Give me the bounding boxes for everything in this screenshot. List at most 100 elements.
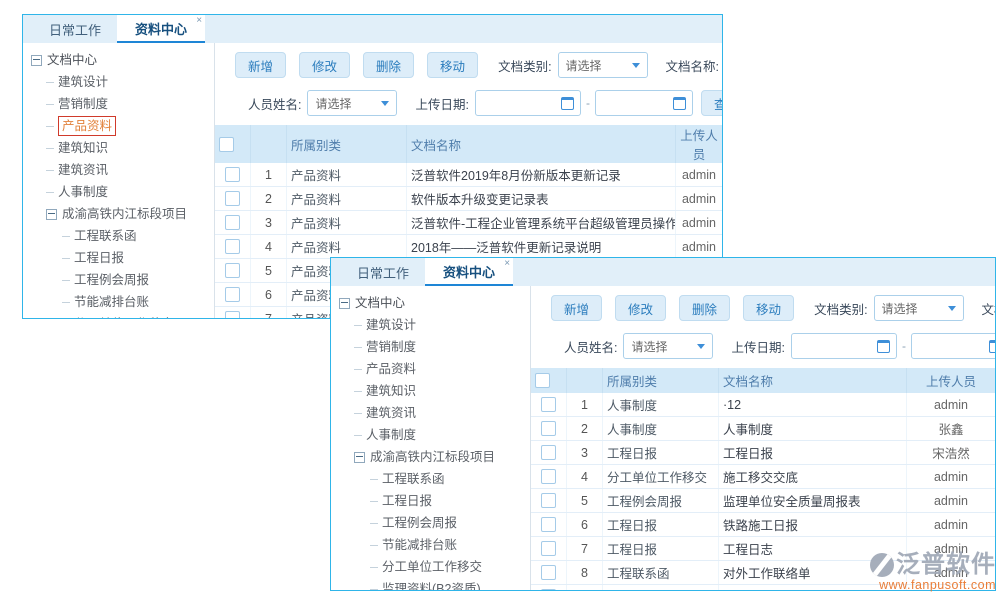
table-row[interactable]: 5 工程例会周报 监理单位安全质量周报表 admin xyxy=(531,489,995,513)
tree-item[interactable]: 产品资料 xyxy=(331,358,530,380)
calendar-icon[interactable] xyxy=(561,97,574,110)
collapse-icon[interactable] xyxy=(354,452,365,463)
add-button[interactable]: 新增 xyxy=(551,295,602,321)
tree-item[interactable]: 营销制度 xyxy=(23,93,214,115)
add-button[interactable]: 新增 xyxy=(235,52,286,78)
upload-date-to-input[interactable] xyxy=(911,333,995,359)
tree-item[interactable]: 建筑知识 xyxy=(331,380,530,402)
tree-item[interactable]: 工程日报 xyxy=(331,490,530,512)
tab-data-center[interactable]: 资料中心 × xyxy=(425,258,513,286)
edit-button[interactable]: 修改 xyxy=(299,52,350,78)
person-name-select[interactable]: 请选择 xyxy=(623,333,713,359)
tree-item[interactable]: 营销制度 xyxy=(331,336,530,358)
tree-item[interactable]: 产品资料 xyxy=(23,115,214,137)
toolbar-row-2: 人员姓名: 请选择 上传日期: - xyxy=(564,333,995,359)
doc-name-label: 文档名称: xyxy=(982,299,995,318)
move-button[interactable]: 移动 xyxy=(743,295,794,321)
tree-item[interactable]: 建筑设计 xyxy=(23,71,214,93)
collapse-icon[interactable] xyxy=(46,209,57,220)
tree-item[interactable]: 工程联系函 xyxy=(23,225,214,247)
tree-item[interactable]: 工程联系函 xyxy=(331,468,530,490)
row-category: 分工单位工作移交 xyxy=(603,465,719,489)
tree-item[interactable]: 监理资料(B2资质) xyxy=(331,578,530,590)
tab-daily-work[interactable]: 日常工作 xyxy=(33,15,117,43)
row-checkbox[interactable] xyxy=(541,445,556,460)
person-name-value: 请选择 xyxy=(631,338,667,355)
row-checkbox[interactable] xyxy=(225,263,240,278)
table-row[interactable]: 6 工程日报 铁路施工日报 admin xyxy=(531,513,995,537)
delete-button[interactable]: 删除 xyxy=(679,295,730,321)
tree-item[interactable]: 建筑设计 xyxy=(331,314,530,336)
calendar-icon[interactable] xyxy=(989,340,995,353)
calendar-icon[interactable] xyxy=(877,340,890,353)
row-checkbox[interactable] xyxy=(541,493,556,508)
tab-daily-work[interactable]: 日常工作 xyxy=(341,258,425,286)
row-checkbox[interactable] xyxy=(541,517,556,532)
tree-item-label: 产品资料 xyxy=(366,358,416,380)
row-checkbox[interactable] xyxy=(541,565,556,580)
tree-item[interactable]: 人事制度 xyxy=(23,181,214,203)
row-checkbox[interactable] xyxy=(541,397,556,412)
row-checkbox[interactable] xyxy=(225,215,240,230)
chevron-down-icon xyxy=(632,63,640,68)
row-checkbox[interactable] xyxy=(541,589,556,590)
close-icon[interactable]: × xyxy=(504,259,510,269)
close-icon[interactable]: × xyxy=(196,16,202,26)
tree-item[interactable]: 文档中心 xyxy=(23,49,214,71)
tree-item[interactable]: 成渝高铁内江标段项目 xyxy=(23,203,214,225)
calendar-icon[interactable] xyxy=(673,97,686,110)
table-row[interactable]: 2 人事制度 人事制度 张鑫 xyxy=(531,417,995,441)
tree-item[interactable]: 人事制度 xyxy=(331,424,530,446)
tree-item-label: 成渝高铁内江标段项目 xyxy=(62,203,187,225)
upload-date-from-input[interactable] xyxy=(475,90,581,116)
tree-item[interactable]: 建筑知识 xyxy=(23,137,214,159)
table-row[interactable]: 3 工程日报 工程日报 宋浩然 xyxy=(531,441,995,465)
table-row[interactable]: 1 产品资料 泛普软件2019年8月份新版本更新记录 admin xyxy=(215,163,722,187)
tree-connector-icon xyxy=(46,192,54,193)
row-checkbox[interactable] xyxy=(541,541,556,556)
upload-date-label: 上传日期: xyxy=(415,94,468,113)
tree-item[interactable]: 工程日报 xyxy=(23,247,214,269)
row-checkbox[interactable] xyxy=(225,191,240,206)
collapse-icon[interactable] xyxy=(31,55,42,66)
tree-item[interactable]: 节能减排台账 xyxy=(331,534,530,556)
doc-type-select[interactable]: 请选择 xyxy=(558,52,648,78)
row-checkbox[interactable] xyxy=(541,469,556,484)
row-checkbox[interactable] xyxy=(225,311,240,318)
table-row[interactable]: 2 产品资料 软件版本升级变更记录表 admin xyxy=(215,187,722,211)
query-button[interactable]: 查询 xyxy=(701,90,722,116)
tree-connector-icon xyxy=(62,280,70,281)
tree-item[interactable]: 分工单位工作移交 xyxy=(331,556,530,578)
row-index: 6 xyxy=(567,513,603,537)
row-checkbox[interactable] xyxy=(225,239,240,254)
tree-item[interactable]: 文档中心 xyxy=(331,292,530,314)
desktop-canvas: 日常工作 资料中心 × 文档中心 建筑设计 xyxy=(0,0,1000,600)
tree-item[interactable]: 节能减排台账 xyxy=(23,291,214,313)
edit-button[interactable]: 修改 xyxy=(615,295,666,321)
delete-button[interactable]: 删除 xyxy=(363,52,414,78)
upload-date-from-input[interactable] xyxy=(791,333,897,359)
table-row[interactable]: 1 人事制度 ·12 admin xyxy=(531,393,995,417)
select-all-checkbox[interactable] xyxy=(535,373,550,388)
row-checkbox[interactable] xyxy=(225,287,240,302)
table-row[interactable]: 4 分工单位工作移交 施工移交交底 admin xyxy=(531,465,995,489)
table-row[interactable]: 3 产品资料 泛普软件-工程企业管理系统平台超级管理员操作手册 admin xyxy=(215,211,722,235)
move-button[interactable]: 移动 xyxy=(427,52,478,78)
collapse-icon[interactable] xyxy=(339,298,350,309)
select-all-checkbox[interactable] xyxy=(219,137,234,152)
upload-date-to-input[interactable] xyxy=(595,90,693,116)
doc-type-select[interactable]: 请选择 xyxy=(874,295,964,321)
tree-item[interactable]: 建筑资讯 xyxy=(331,402,530,424)
tree-item-label: 分工单位工作移交 xyxy=(382,556,482,578)
tree-item[interactable]: 工程例会周报 xyxy=(331,512,530,534)
tree-item[interactable]: 成渝高铁内江标段项目 xyxy=(331,446,530,468)
tree-item[interactable]: 分工单位工作移交 xyxy=(23,313,214,318)
table-row[interactable]: 4 产品资料 2018年——泛普软件更新记录说明 admin xyxy=(215,235,722,259)
tree-connector-icon xyxy=(370,545,378,546)
row-checkbox[interactable] xyxy=(541,421,556,436)
person-name-select[interactable]: 请选择 xyxy=(307,90,397,116)
tab-data-center[interactable]: 资料中心 × xyxy=(117,15,205,43)
tree-item[interactable]: 建筑资讯 xyxy=(23,159,214,181)
row-checkbox[interactable] xyxy=(225,167,240,182)
tree-item[interactable]: 工程例会周报 xyxy=(23,269,214,291)
